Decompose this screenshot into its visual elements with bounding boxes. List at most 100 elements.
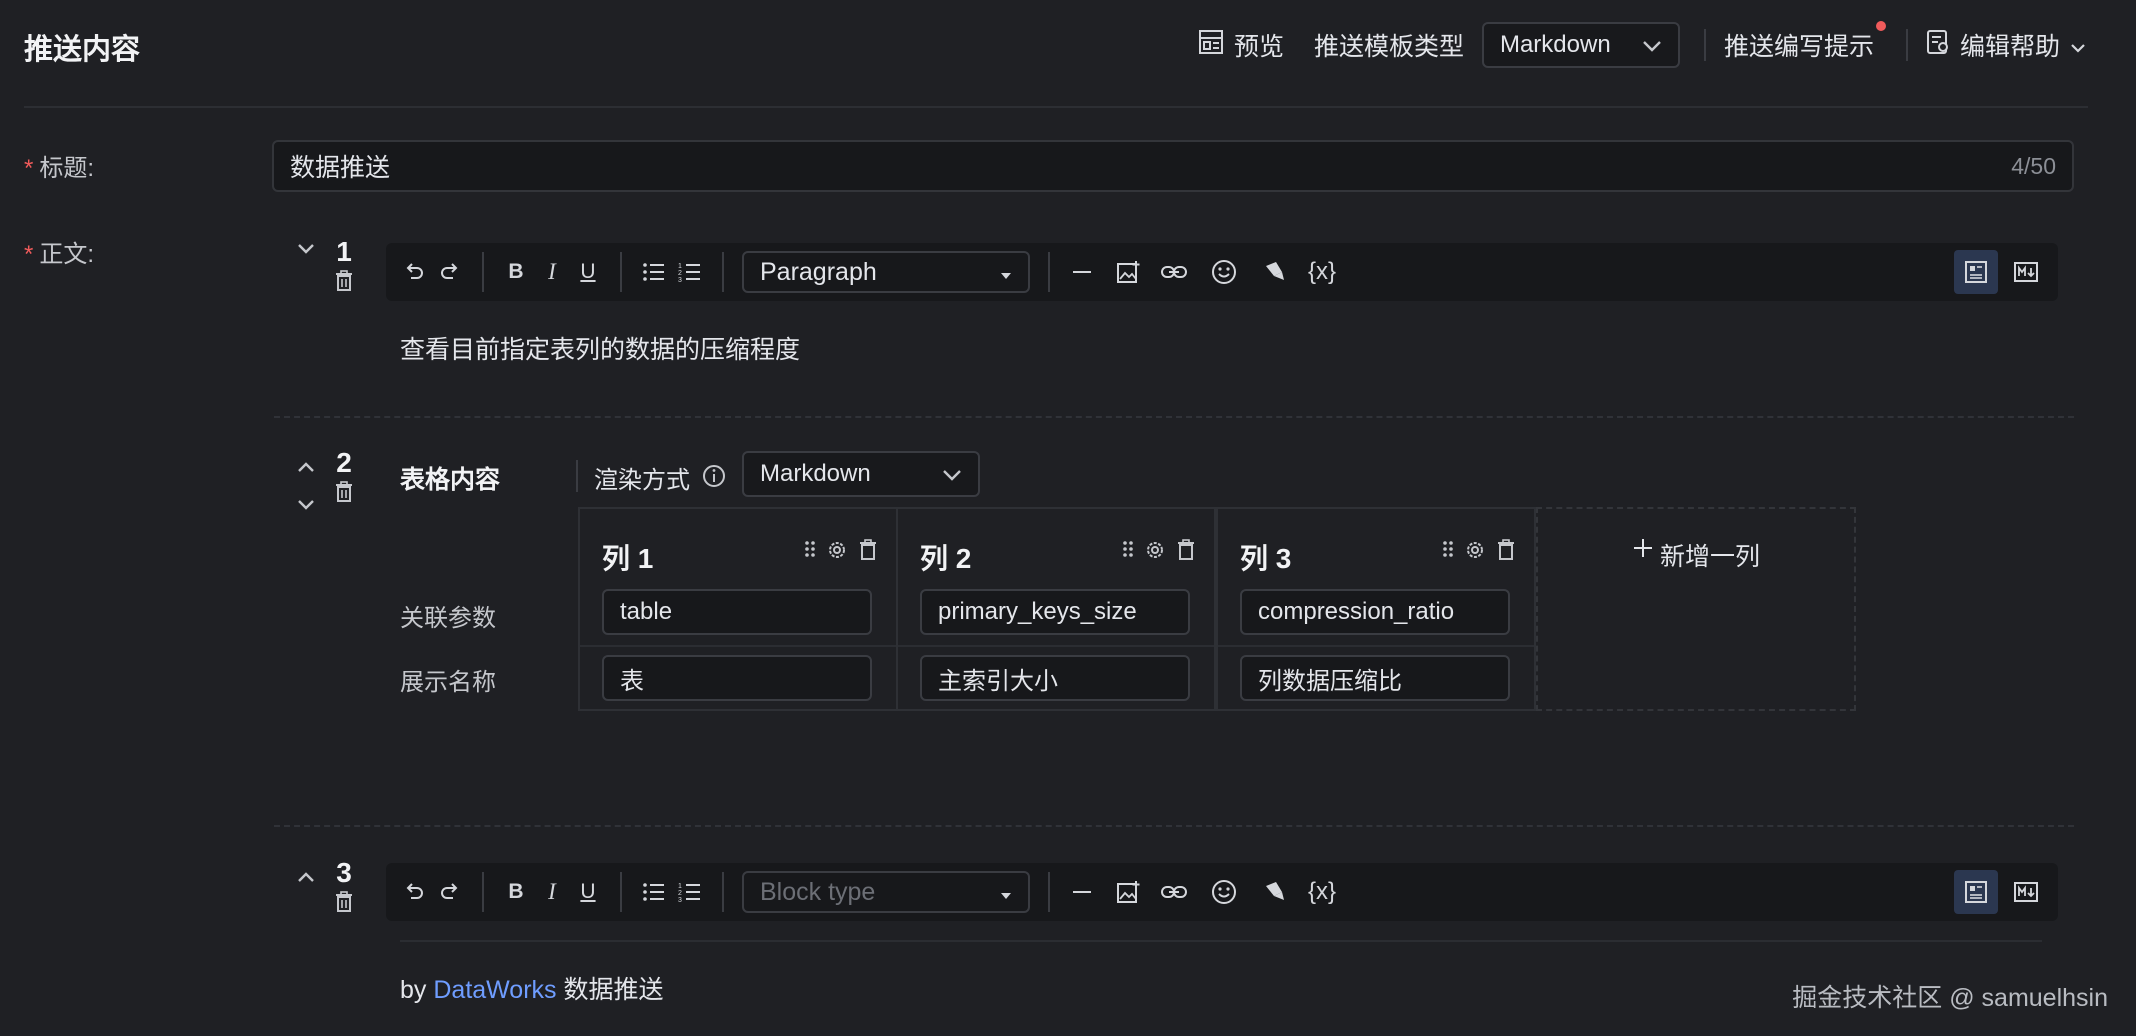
- column-title: 列 3: [1240, 543, 1292, 574]
- template-type-select[interactable]: Markdown: [1481, 22, 1680, 68]
- trash-icon[interactable]: [1496, 539, 1516, 567]
- variable-icon[interactable]: {x}: [1308, 254, 1336, 290]
- italic-icon[interactable]: I: [534, 254, 570, 290]
- chevron-up-icon[interactable]: [296, 866, 316, 889]
- caret-down-icon: [1000, 258, 1012, 287]
- body-label: * 正文:: [24, 241, 95, 268]
- underline-icon[interactable]: U: [570, 254, 606, 290]
- block-3-controls: 3: [334, 857, 354, 920]
- column-title: 列 2: [920, 543, 972, 574]
- chevron-down-icon: [2070, 31, 2086, 60]
- toolbar-separator: [1048, 252, 1050, 292]
- trash-icon[interactable]: [1176, 539, 1196, 567]
- rich-text-mode-icon[interactable]: [1954, 250, 1998, 294]
- param-input[interactable]: compression_ratio: [1240, 589, 1510, 635]
- insert-image-icon[interactable]: [1110, 254, 1146, 290]
- title-input-value: 数据推送: [290, 154, 391, 182]
- horizontal-rule-icon[interactable]: [1064, 874, 1100, 910]
- block-divider: [274, 416, 2074, 418]
- layout-icon: [1198, 29, 1224, 62]
- undo-icon[interactable]: [396, 874, 432, 910]
- block-2-move-controls: [296, 452, 316, 518]
- underline-icon[interactable]: U: [570, 874, 606, 910]
- insert-image-icon[interactable]: [1110, 874, 1146, 910]
- trash-icon[interactable]: [334, 481, 354, 510]
- dataworks-link[interactable]: DataWorks: [433, 976, 556, 1004]
- preview-button[interactable]: 预览: [1198, 27, 1284, 63]
- chevron-up-icon[interactable]: [296, 452, 316, 480]
- toolbar-separator: [722, 872, 724, 912]
- collapse-chevron-icon[interactable]: [296, 238, 316, 261]
- markdown-mode-icon[interactable]: [2004, 250, 2048, 294]
- add-column-button[interactable]: 新增一列: [1536, 507, 1856, 711]
- header-divider: [1703, 29, 1706, 61]
- trash-icon[interactable]: [858, 539, 878, 567]
- text-suffix: 数据推送: [563, 976, 664, 1004]
- plus-icon: [1632, 537, 1654, 709]
- undo-icon[interactable]: [396, 254, 432, 290]
- svg-text:1: 1: [678, 883, 682, 890]
- column-title: 列 1: [602, 543, 654, 574]
- param-input[interactable]: primary_keys_size: [920, 589, 1190, 635]
- markdown-mode-icon[interactable]: [2004, 870, 2048, 914]
- block-type-select[interactable]: Paragraph: [742, 251, 1030, 293]
- rich-text-mode-icon[interactable]: [1954, 870, 1998, 914]
- row-divider: [898, 645, 1214, 647]
- table-columns: 列 1 table 表 列 2 primary_keys_size 主索引大小 …: [578, 507, 1856, 711]
- chevron-down-icon: [942, 460, 962, 488]
- render-mode-select[interactable]: Markdown: [742, 451, 980, 497]
- display-name-input[interactable]: 主索引大小: [920, 655, 1190, 701]
- trash-icon[interactable]: [334, 270, 354, 299]
- gear-icon[interactable]: [1144, 539, 1166, 567]
- highlighter-icon[interactable]: [1256, 874, 1292, 910]
- render-mode-value: Markdown: [760, 460, 871, 487]
- title-input[interactable]: 数据推送 4/50: [272, 140, 2074, 192]
- gear-icon[interactable]: [1464, 539, 1486, 567]
- numbered-list-icon[interactable]: 123: [672, 254, 708, 290]
- template-type-value: Markdown: [1499, 31, 1611, 58]
- header-actions: 预览 推送模板类型 Markdown 推送编写提示 编辑帮助: [1198, 19, 2086, 68]
- italic-icon[interactable]: I: [534, 874, 570, 910]
- watermark: 掘金技术社区 @ samuelhsin: [1792, 984, 2108, 1012]
- trash-icon[interactable]: [334, 891, 354, 920]
- drag-handle-icon[interactable]: [804, 539, 816, 567]
- preview-label: 预览: [1233, 33, 1284, 61]
- toolbar-separator: [722, 252, 724, 292]
- numbered-list-icon[interactable]: 123: [672, 874, 708, 910]
- gear-icon[interactable]: [826, 539, 848, 567]
- editor-toolbar: B I U 123 Block type {x}: [386, 863, 2058, 921]
- block-type-value: Paragraph: [760, 257, 877, 286]
- redo-icon[interactable]: [432, 254, 468, 290]
- header-divider: [1905, 29, 1908, 61]
- drag-handle-icon[interactable]: [1442, 539, 1454, 567]
- paragraph-text[interactable]: by DataWorks 数据推送: [400, 970, 664, 1006]
- toolbar-separator: [620, 872, 622, 912]
- table-column: 列 2 primary_keys_size 主索引大小: [896, 507, 1216, 711]
- add-column-label: 新增一列: [1659, 543, 1760, 571]
- display-name-input[interactable]: 列数据压缩比: [1240, 655, 1510, 701]
- bullet-list-icon[interactable]: [636, 874, 672, 910]
- writing-tips-button[interactable]: 推送编写提示: [1724, 19, 1888, 63]
- display-name-input[interactable]: 表: [602, 655, 872, 701]
- param-input[interactable]: table: [602, 589, 872, 635]
- bullet-list-icon[interactable]: [636, 254, 672, 290]
- chevron-down-icon[interactable]: [296, 490, 316, 518]
- link-icon[interactable]: [1156, 254, 1192, 290]
- drag-handle-icon[interactable]: [1122, 539, 1134, 567]
- paragraph-text[interactable]: 查看目前指定表列的数据的压缩程度: [400, 330, 800, 366]
- toolbar-separator: [620, 252, 622, 292]
- emoji-icon[interactable]: [1206, 874, 1242, 910]
- bold-icon[interactable]: B: [498, 874, 534, 910]
- info-icon[interactable]: [702, 464, 726, 495]
- column-actions: [804, 539, 878, 567]
- link-icon[interactable]: [1156, 874, 1192, 910]
- edit-help-dropdown[interactable]: 编辑帮助: [1926, 27, 2086, 63]
- emoji-icon[interactable]: [1206, 254, 1242, 290]
- bold-icon[interactable]: B: [498, 254, 534, 290]
- variable-icon[interactable]: {x}: [1308, 874, 1336, 910]
- block-type-select[interactable]: Block type: [742, 871, 1030, 913]
- highlighter-icon[interactable]: [1256, 254, 1292, 290]
- horizontal-rule-icon[interactable]: [1064, 254, 1100, 290]
- redo-icon[interactable]: [432, 874, 468, 910]
- block-number: 1: [336, 236, 352, 267]
